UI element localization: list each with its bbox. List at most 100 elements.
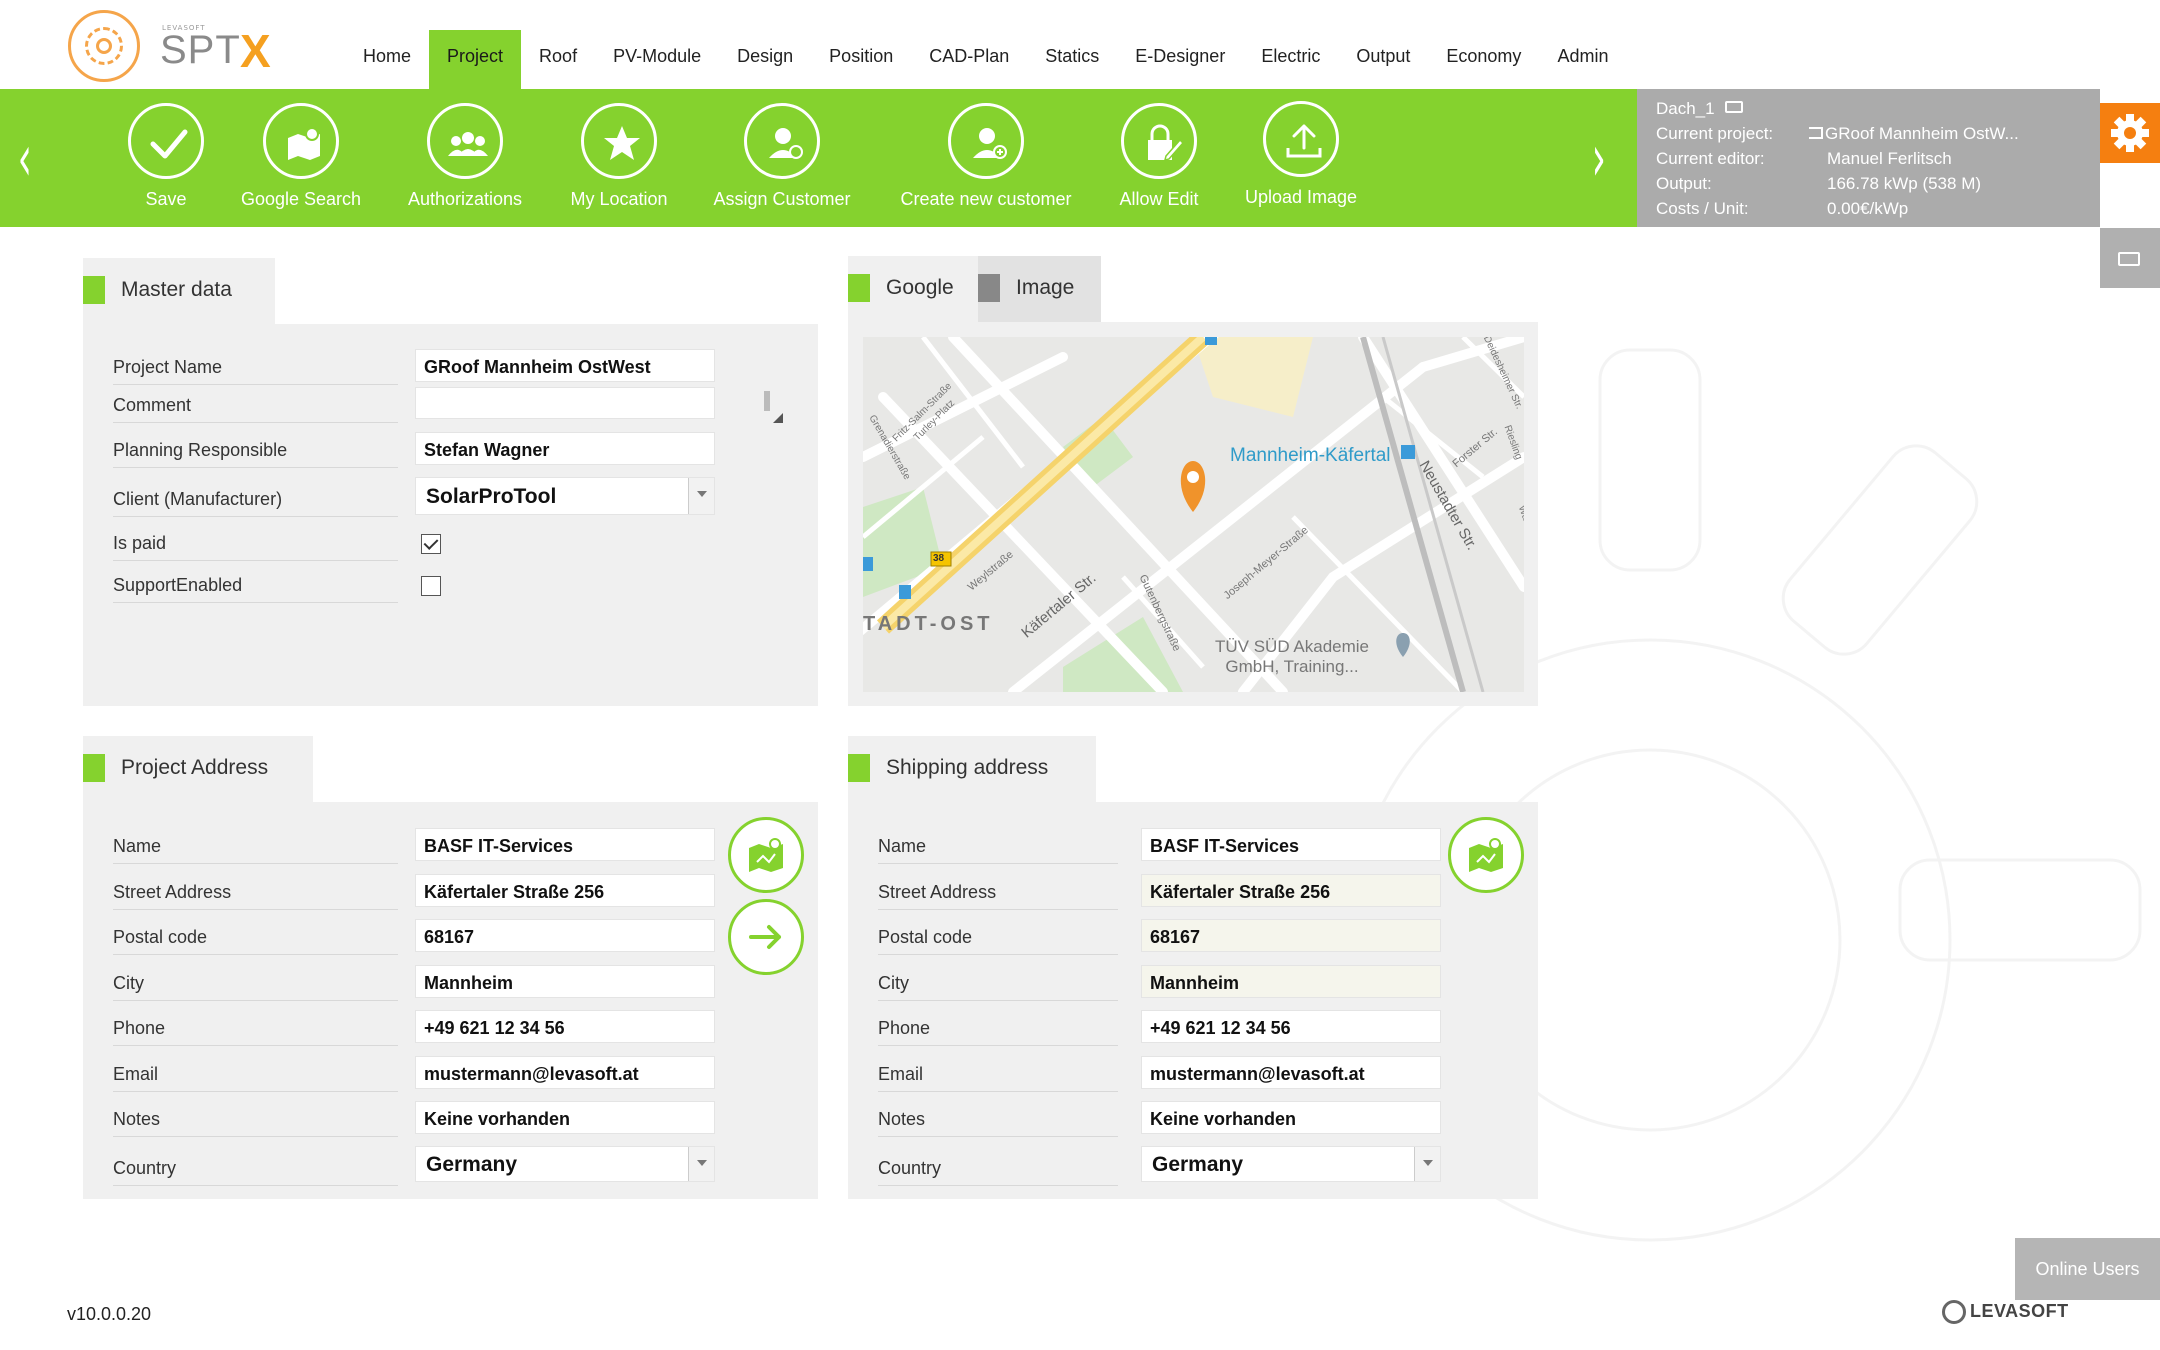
- sun-logo-icon: [68, 10, 140, 82]
- is-paid-checkbox[interactable]: [421, 534, 441, 554]
- roof-name[interactable]: Dach_1: [1656, 97, 1715, 121]
- sa-postal-input[interactable]: 68167: [1141, 919, 1441, 952]
- current-project-value[interactable]: GRoof Mannheim OstW...: [1825, 122, 2019, 146]
- sa-country-select[interactable]: Germany: [1141, 1146, 1441, 1182]
- planning-input[interactable]: Stefan Wagner: [415, 432, 715, 465]
- pa-street-input[interactable]: Käfertaler Straße 256: [415, 874, 715, 907]
- output-value: 166.78 kWp (538 M): [1827, 174, 1982, 193]
- assign-customer-label: Assign Customer: [713, 189, 851, 209]
- tab-google[interactable]: Google: [848, 256, 978, 322]
- pa-country-value: Germany: [426, 1153, 518, 1176]
- map-road-number: 38: [933, 553, 945, 564]
- sa-map-button[interactable]: [1448, 817, 1524, 893]
- pa-country-select[interactable]: Germany: [415, 1146, 715, 1182]
- upload-image-button[interactable]: Upload Image: [1245, 101, 1357, 208]
- shipping-address-title: Shipping address: [886, 756, 1049, 779]
- map-label-station: Mannheim-Käfertal: [1230, 445, 1391, 466]
- nav-output[interactable]: Output: [1338, 30, 1428, 89]
- project-name-label: Project Name: [113, 349, 398, 385]
- pa-postal-input[interactable]: 68167: [415, 919, 715, 952]
- toolbar-prev-chevron-icon[interactable]: ‹: [18, 127, 32, 191]
- nav-roof[interactable]: Roof: [521, 30, 595, 89]
- sa-notes-input[interactable]: Keine vorhanden: [1141, 1101, 1441, 1134]
- costs-value: 0.00€/kWp: [1827, 199, 1909, 218]
- tab-marker: [848, 274, 870, 302]
- logo-x: X: [240, 25, 271, 77]
- pa-phone-input[interactable]: +49 621 12 34 56: [415, 1010, 715, 1043]
- planning-label: Planning Responsible: [113, 432, 398, 468]
- output-label: Output:: [1656, 174, 1712, 193]
- roof-folder-icon: [1725, 101, 1743, 113]
- nav-statics[interactable]: Statics: [1027, 30, 1117, 89]
- sa-notes-label: Notes: [878, 1101, 1118, 1137]
- online-users-button[interactable]: Online Users: [2015, 1238, 2160, 1300]
- sa-name-label: Name: [878, 828, 1118, 864]
- app-logo[interactable]: LEVASOFT SPT X: [68, 10, 300, 82]
- sa-email-label: Email: [878, 1056, 1118, 1092]
- pa-notes-label: Notes: [113, 1101, 398, 1137]
- logo-text: SPT: [160, 28, 241, 72]
- map-label-district: TADT-OST: [863, 613, 994, 635]
- nav-pv-module[interactable]: PV-Module: [595, 30, 719, 89]
- nav-project[interactable]: Project: [429, 30, 522, 89]
- copy-to-shipping-button[interactable]: [728, 899, 804, 975]
- pa-notes-input[interactable]: Keine vorhanden: [415, 1101, 715, 1134]
- client-select[interactable]: SolarProTool: [415, 477, 715, 515]
- assign-customer-button[interactable]: Assign Customer: [713, 103, 851, 210]
- project-link-icon: [1809, 127, 1823, 139]
- nav-position[interactable]: Position: [811, 30, 911, 89]
- authorizations-button[interactable]: Authorizations: [408, 103, 522, 210]
- upload-image-label: Upload Image: [1244, 187, 1358, 207]
- lock-edit-icon: [1121, 103, 1197, 179]
- sa-city-input[interactable]: Mannheim: [1141, 965, 1441, 998]
- project-address-tab: Project Address: [83, 736, 313, 802]
- textarea-scrollbar[interactable]: [764, 391, 770, 411]
- pa-name-input[interactable]: BASF IT-Services: [415, 828, 715, 861]
- pa-email-input[interactable]: mustermann@levasoft.at: [415, 1056, 715, 1089]
- side-panel-button[interactable]: [2100, 228, 2160, 288]
- create-customer-label: Create new customer: [900, 189, 1072, 209]
- map-label-poi-line1: TÜV SÜD Akademie: [1215, 637, 1369, 656]
- toolbar-next-chevron-icon[interactable]: ›: [1592, 127, 1606, 191]
- settings-button[interactable]: [2100, 103, 2160, 163]
- pa-city-input[interactable]: Mannheim: [415, 965, 715, 998]
- master-data-panel: Project Name GRoof Mannheim OstWest Comm…: [83, 324, 818, 706]
- shipping-address-panel: Name BASF IT-Services Street Address Käf…: [848, 802, 1538, 1199]
- sa-country-label: Country: [878, 1150, 1118, 1186]
- tab-image-label: Image: [1016, 276, 1075, 299]
- sa-phone-label: Phone: [878, 1010, 1118, 1046]
- create-customer-button[interactable]: Create new customer: [900, 103, 1072, 210]
- nav-cad-plan[interactable]: CAD-Plan: [911, 30, 1027, 89]
- support-checkbox[interactable]: [421, 576, 441, 596]
- users-group-icon: [427, 103, 503, 179]
- nav-design[interactable]: Design: [719, 30, 811, 89]
- version-label: v10.0.0.20: [67, 1304, 152, 1324]
- tab-image[interactable]: Image: [978, 256, 1101, 322]
- project-name-input[interactable]: GRoof Mannheim OstWest: [415, 349, 715, 382]
- nav-admin[interactable]: Admin: [1539, 30, 1626, 89]
- comment-textarea[interactable]: [415, 387, 715, 419]
- nav-e-designer[interactable]: E-Designer: [1117, 30, 1243, 89]
- map-label-poi-line2: GmbH, Training...: [1225, 657, 1359, 676]
- tab-marker: [83, 276, 105, 304]
- pa-map-button[interactable]: [728, 817, 804, 893]
- support-label: SupportEnabled: [113, 567, 398, 603]
- map-search-icon: [263, 103, 339, 179]
- nav-economy[interactable]: Economy: [1428, 30, 1539, 89]
- nav-home[interactable]: Home: [345, 30, 429, 89]
- resize-grip-icon[interactable]: [773, 413, 783, 423]
- sa-phone-input[interactable]: +49 621 12 34 56: [1141, 1010, 1441, 1043]
- nav-electric[interactable]: Electric: [1243, 30, 1338, 89]
- tab-google-label: Google: [886, 276, 954, 299]
- allow-edit-button[interactable]: Allow Edit: [1119, 103, 1199, 210]
- google-search-button[interactable]: Google Search: [241, 103, 361, 210]
- project-address-panel: Name BASF IT-Services Street Address Käf…: [83, 802, 818, 1199]
- tab-marker: [978, 274, 1000, 302]
- sa-name-input[interactable]: BASF IT-Services: [1141, 828, 1441, 861]
- my-location-button[interactable]: My Location: [570, 103, 668, 210]
- sa-street-input[interactable]: Käfertaler Straße 256: [1141, 874, 1441, 907]
- save-button[interactable]: Save: [128, 103, 204, 210]
- sa-email-input[interactable]: mustermann@levasoft.at: [1141, 1056, 1441, 1089]
- sa-city-label: City: [878, 965, 1118, 1001]
- google-map[interactable]: Mannheim-Käfertal TADT-OST Käfertaler St…: [863, 337, 1524, 692]
